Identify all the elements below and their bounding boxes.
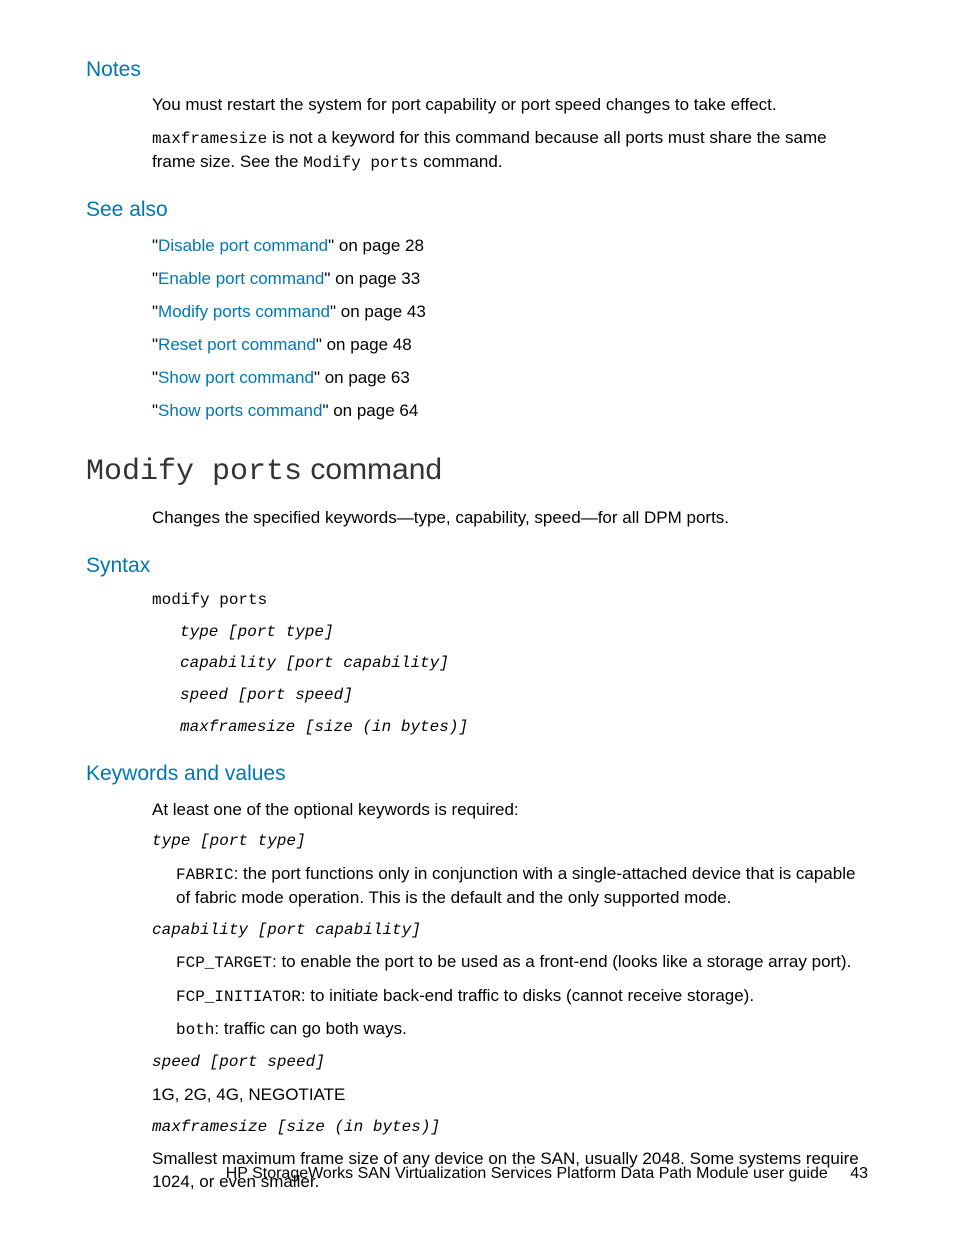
text: " on page 63 [314, 368, 410, 387]
link-show-port[interactable]: Show port command [158, 368, 314, 387]
syntax-line: maxframesize [size (in bytes)] [180, 717, 868, 739]
section-heading-syntax: Syntax [86, 552, 868, 580]
section-heading-keywords: Keywords and values [86, 760, 868, 788]
see-also-item: "Disable port command" on page 28 [152, 235, 868, 258]
keyword-type: type [port type] [152, 831, 868, 853]
link-disable-port[interactable]: Disable port command [158, 236, 328, 255]
see-also-item: "Enable port command" on page 33 [152, 268, 868, 291]
link-reset-port[interactable]: Reset port command [158, 335, 316, 354]
code-fabric: FABRIC [176, 866, 234, 884]
section-heading-see-also: See also [86, 196, 868, 224]
see-also-item: "Modify ports command" on page 43 [152, 301, 868, 324]
footer-title: HP StorageWorks SAN Virtualization Servi… [226, 1165, 828, 1182]
text: : to enable the port to be used as a fro… [272, 952, 851, 971]
heading-mono: Modify ports [86, 455, 302, 489]
text: : the port functions only in conjunction… [176, 864, 855, 907]
text: command. [418, 152, 502, 171]
keyword-capability-both: both: traffic can go both ways. [176, 1018, 868, 1042]
command-description: Changes the specified keywords—type, cap… [152, 507, 868, 530]
syntax-line: capability [port capability] [180, 653, 868, 675]
notes-paragraph-2: maxframesize is not a keyword for this c… [152, 127, 868, 174]
text: " on page 33 [324, 269, 420, 288]
link-modify-ports[interactable]: Modify ports command [158, 302, 330, 321]
keyword-maxframesize: maxframesize [size (in bytes)] [152, 1117, 868, 1139]
syntax-line: speed [port speed] [180, 685, 868, 707]
see-also-item: "Reset port command" on page 48 [152, 334, 868, 357]
link-show-ports[interactable]: Show ports command [158, 401, 322, 420]
code-both: both [176, 1021, 214, 1039]
keyword-capability-initiator: FCP_INITIATOR: to initiate back-end traf… [176, 985, 868, 1009]
section-heading-notes: Notes [86, 56, 868, 84]
see-also-item: "Show port command" on page 63 [152, 367, 868, 390]
keyword-type-desc: FABRIC: the port functions only in conju… [176, 863, 868, 910]
text: : to initiate back-end traffic to disks … [301, 986, 754, 1005]
keyword-capability: capability [port capability] [152, 920, 868, 942]
text: " on page 28 [328, 236, 424, 255]
keyword-capability-target: FCP_TARGET: to enable the port to be use… [176, 951, 868, 975]
notes-paragraph-1: You must restart the system for port cap… [152, 94, 868, 117]
syntax-line: type [port type] [180, 622, 868, 644]
page-footer: HP StorageWorks SAN Virtualization Servi… [226, 1163, 868, 1185]
see-also-item: "Show ports command" on page 64 [152, 400, 868, 423]
keywords-intro: At least one of the optional keywords is… [152, 799, 868, 822]
code-fcp-target: FCP_TARGET [176, 954, 272, 972]
keyword-speed-values: 1G, 2G, 4G, NEGOTIATE [152, 1084, 868, 1107]
command-heading: Modify ports command [86, 450, 868, 493]
code-modify-ports: Modify ports [303, 154, 418, 172]
text: " on page 43 [330, 302, 426, 321]
code-fcp-initiator: FCP_INITIATOR [176, 988, 301, 1006]
syntax-line: modify ports [152, 590, 868, 612]
code-maxframesize: maxframesize [152, 130, 267, 148]
keyword-speed: speed [port speed] [152, 1052, 868, 1074]
text: : traffic can go both ways. [214, 1019, 406, 1038]
text: " on page 48 [316, 335, 412, 354]
heading-rest: command [302, 453, 442, 486]
link-enable-port[interactable]: Enable port command [158, 269, 324, 288]
page-number: 43 [850, 1165, 868, 1182]
text: " on page 64 [322, 401, 418, 420]
